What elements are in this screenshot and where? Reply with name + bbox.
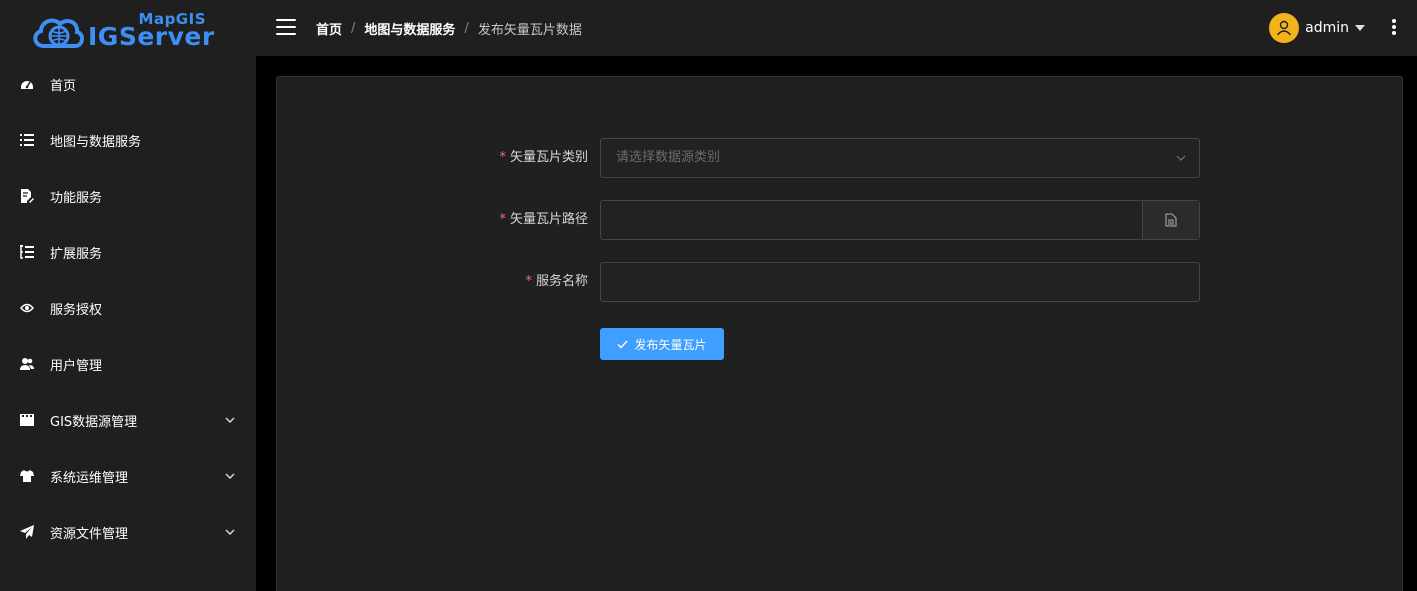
sidebar-item-label: 地图与数据服务 bbox=[50, 134, 142, 150]
file-icon bbox=[1165, 213, 1177, 227]
sidebar-item-label: 系统运维管理 bbox=[50, 470, 129, 486]
tile-category-select[interactable]: 请选择数据源类别 bbox=[600, 138, 1200, 178]
sidebar-item-extension-services[interactable]: 扩展服务 bbox=[0, 224, 256, 280]
form-label: * 矢量瓦片类别 bbox=[499, 138, 588, 178]
required-mark: * bbox=[499, 212, 506, 227]
publish-button-label: 发布矢量瓦片 bbox=[634, 337, 707, 352]
breadcrumb-item-map-data-services[interactable]: 地图与数据服务 bbox=[364, 19, 455, 38]
sidebar-item-home[interactable]: 首页 bbox=[0, 56, 256, 112]
tile-path-input[interactable] bbox=[600, 200, 1200, 240]
sidebar-item-user-management[interactable]: 用户管理 bbox=[0, 336, 256, 392]
user-menu[interactable]: admin bbox=[1269, 13, 1365, 43]
more-vertical-icon[interactable] bbox=[1389, 19, 1399, 37]
form-label-text: 矢量瓦片路径 bbox=[509, 212, 588, 227]
form-label: * 矢量瓦片路径 bbox=[499, 200, 588, 240]
paper-plane-icon bbox=[20, 525, 34, 539]
chevron-down-icon bbox=[225, 417, 235, 423]
shirt-icon bbox=[20, 469, 34, 483]
browse-file-button[interactable] bbox=[1142, 201, 1199, 239]
breadcrumb-item-current: 发布矢量瓦片数据 bbox=[477, 23, 582, 38]
chevron-down-icon bbox=[225, 473, 235, 479]
chevron-down-icon bbox=[1176, 155, 1186, 161]
sidebar-item-label: 用户管理 bbox=[50, 358, 103, 374]
cloud-globe-logo-icon bbox=[33, 18, 84, 48]
sidebar-item-system-ops-management[interactable]: 系统运维管理 bbox=[0, 448, 256, 504]
film-icon bbox=[20, 413, 34, 427]
sidebar-item-service-authorization[interactable]: 服务授权 bbox=[0, 280, 256, 336]
sidebar-item-label: 功能服务 bbox=[50, 190, 103, 206]
sidebar-item-label: GIS数据源管理 bbox=[50, 414, 138, 430]
eye-icon bbox=[20, 301, 34, 315]
breadcrumb-item-home[interactable]: 首页 bbox=[316, 19, 342, 38]
form-label-text: 服务名称 bbox=[535, 274, 588, 289]
required-mark: * bbox=[499, 150, 506, 165]
top-header: 首页 / 地图与数据服务 / 发布矢量瓦片数据 admin bbox=[256, 0, 1417, 56]
chevron-down-icon bbox=[225, 529, 235, 535]
breadcrumb: 首页 / 地图与数据服务 / 发布矢量瓦片数据 bbox=[316, 19, 582, 38]
form-row-tile-path: * 矢量瓦片路径 bbox=[277, 200, 1404, 240]
sidebar-item-gis-datasource-management[interactable]: GIS数据源管理 bbox=[0, 392, 256, 448]
document-edit-icon bbox=[20, 189, 34, 203]
logo-brand-main: IGServer bbox=[88, 22, 215, 51]
select-placeholder: 请选择数据源类别 bbox=[616, 150, 721, 165]
list-tree-icon bbox=[20, 245, 34, 259]
list-icon bbox=[20, 133, 34, 147]
breadcrumb-separator: / bbox=[464, 21, 469, 36]
sidebar-item-label: 服务授权 bbox=[50, 302, 103, 318]
service-name-input[interactable] bbox=[600, 262, 1200, 302]
sidebar: MapGIS IGServer 首页 地图与数据服务 功能服务 扩展服务 服务授… bbox=[0, 0, 256, 591]
form-row-service-name: * 服务名称 bbox=[277, 262, 1404, 302]
hamburger-menu-icon[interactable] bbox=[276, 19, 296, 37]
sidebar-item-label: 扩展服务 bbox=[50, 246, 103, 262]
caret-down-icon bbox=[1355, 25, 1365, 31]
breadcrumb-separator: / bbox=[351, 21, 356, 36]
form-label: * 服务名称 bbox=[525, 262, 588, 302]
app-root: MapGIS IGServer 首页 地图与数据服务 功能服务 扩展服务 服务授… bbox=[0, 0, 1417, 591]
user-icon bbox=[1277, 20, 1292, 36]
username-label: admin bbox=[1305, 20, 1349, 36]
sidebar-item-resource-file-management[interactable]: 资源文件管理 bbox=[0, 504, 256, 560]
sidebar-item-label: 资源文件管理 bbox=[50, 526, 129, 542]
sidebar-item-function-services[interactable]: 功能服务 bbox=[0, 168, 256, 224]
sidebar-item-label: 首页 bbox=[50, 78, 77, 94]
form-label-text: 矢量瓦片类别 bbox=[509, 150, 588, 165]
avatar bbox=[1269, 13, 1300, 43]
publish-form-card: * 矢量瓦片类别 请选择数据源类别 * 矢量瓦片路径 * 服务名称 发布矢量瓦片 bbox=[276, 76, 1403, 591]
required-mark: * bbox=[525, 274, 532, 289]
sidebar-item-map-data-services[interactable]: 地图与数据服务 bbox=[0, 112, 256, 168]
sidebar-menu: 首页 地图与数据服务 功能服务 扩展服务 服务授权 用户管理 GIS数据源管理 … bbox=[0, 56, 256, 560]
users-icon bbox=[20, 357, 34, 371]
check-icon bbox=[617, 340, 628, 349]
dashboard-icon bbox=[20, 77, 34, 91]
form-row-tile-category: * 矢量瓦片类别 请选择数据源类别 bbox=[277, 138, 1404, 178]
logo[interactable]: MapGIS IGServer bbox=[30, 8, 215, 52]
publish-vector-tile-button[interactable]: 发布矢量瓦片 bbox=[600, 328, 724, 360]
